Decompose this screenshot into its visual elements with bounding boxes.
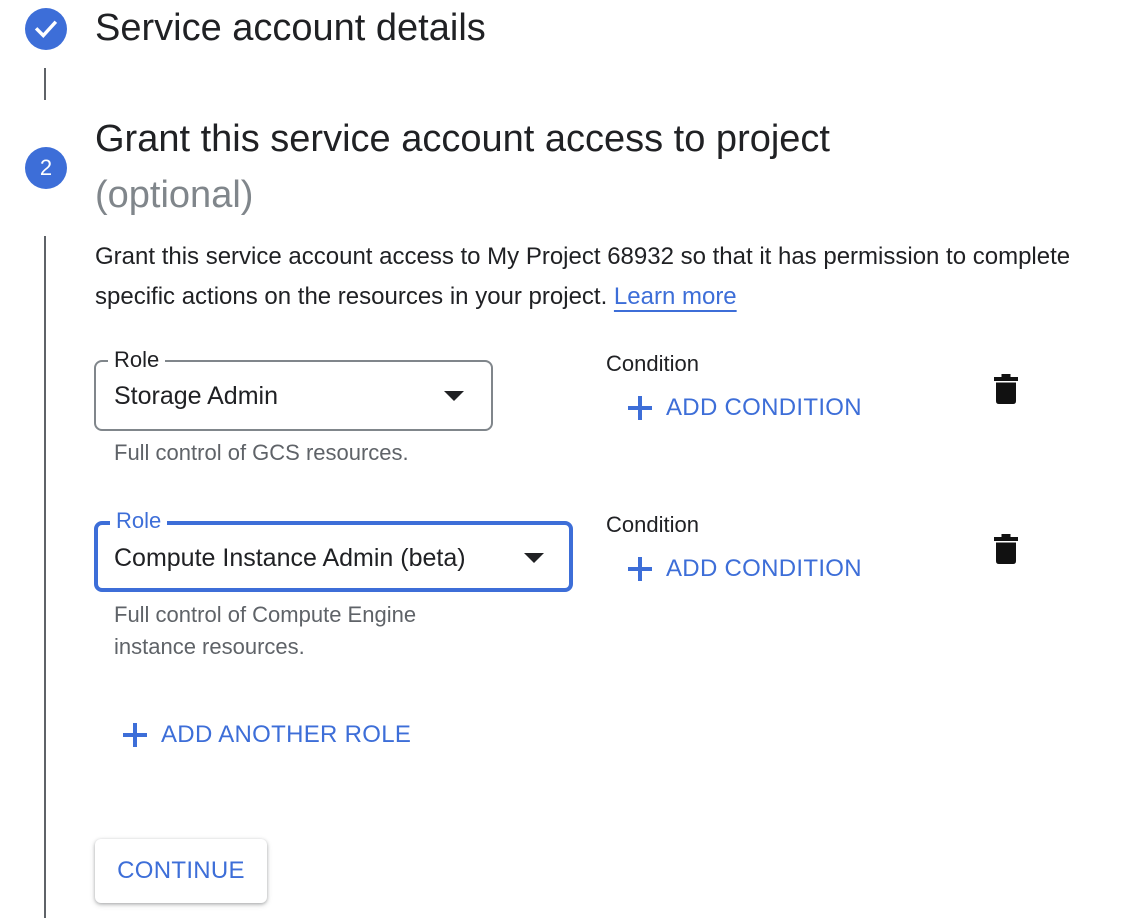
- plus-icon: [123, 723, 147, 747]
- plus-icon: [628, 557, 652, 581]
- continue-button[interactable]: CONTINUE: [95, 839, 267, 903]
- add-condition-label: ADD CONDITION: [666, 555, 862, 582]
- add-condition-button[interactable]: ADD CONDITION: [628, 555, 862, 583]
- condition-label: Condition: [606, 512, 699, 537]
- learn-more-link[interactable]: Learn more: [614, 283, 737, 310]
- role-select[interactable]: Role Compute Instance Admin (beta): [94, 509, 573, 592]
- description-text: Grant this service account access to My …: [95, 243, 1071, 310]
- step-completed-indicator: [25, 8, 67, 50]
- add-condition-button[interactable]: ADD CONDITION: [628, 394, 862, 422]
- step-connector: [44, 68, 46, 100]
- add-another-role-button[interactable]: ADD ANOTHER ROLE: [123, 721, 411, 749]
- role-selected-value: Compute Instance Admin (beta): [114, 544, 466, 572]
- step-connector: [44, 236, 46, 918]
- role-field-label: Role: [110, 509, 168, 533]
- trash-icon[interactable]: [994, 374, 1018, 404]
- plus-icon: [628, 396, 652, 420]
- caret-down-icon: [524, 553, 544, 563]
- role-field-label: Role: [108, 348, 166, 372]
- condition-label: Condition: [606, 351, 699, 376]
- role-select[interactable]: Role Storage Admin: [94, 348, 493, 431]
- step2-number-badge: 2: [25, 147, 67, 189]
- check-icon: [34, 20, 58, 39]
- add-another-role-label: ADD ANOTHER ROLE: [161, 721, 412, 748]
- step2-title: Grant this service account access to pro…: [95, 118, 830, 160]
- role-helper-text: Full control of GCS resources.: [114, 440, 409, 465]
- caret-down-icon: [444, 391, 464, 401]
- step1-title[interactable]: Service account details: [95, 6, 486, 50]
- trash-icon[interactable]: [994, 534, 1018, 564]
- role-selected-value: Storage Admin: [114, 382, 278, 410]
- add-condition-label: ADD CONDITION: [666, 394, 862, 421]
- step2-optional-label: (optional): [95, 174, 254, 216]
- step2-description: Grant this service account access to My …: [95, 237, 1085, 317]
- role-helper-text: Full control of Compute Engine instance …: [114, 602, 417, 659]
